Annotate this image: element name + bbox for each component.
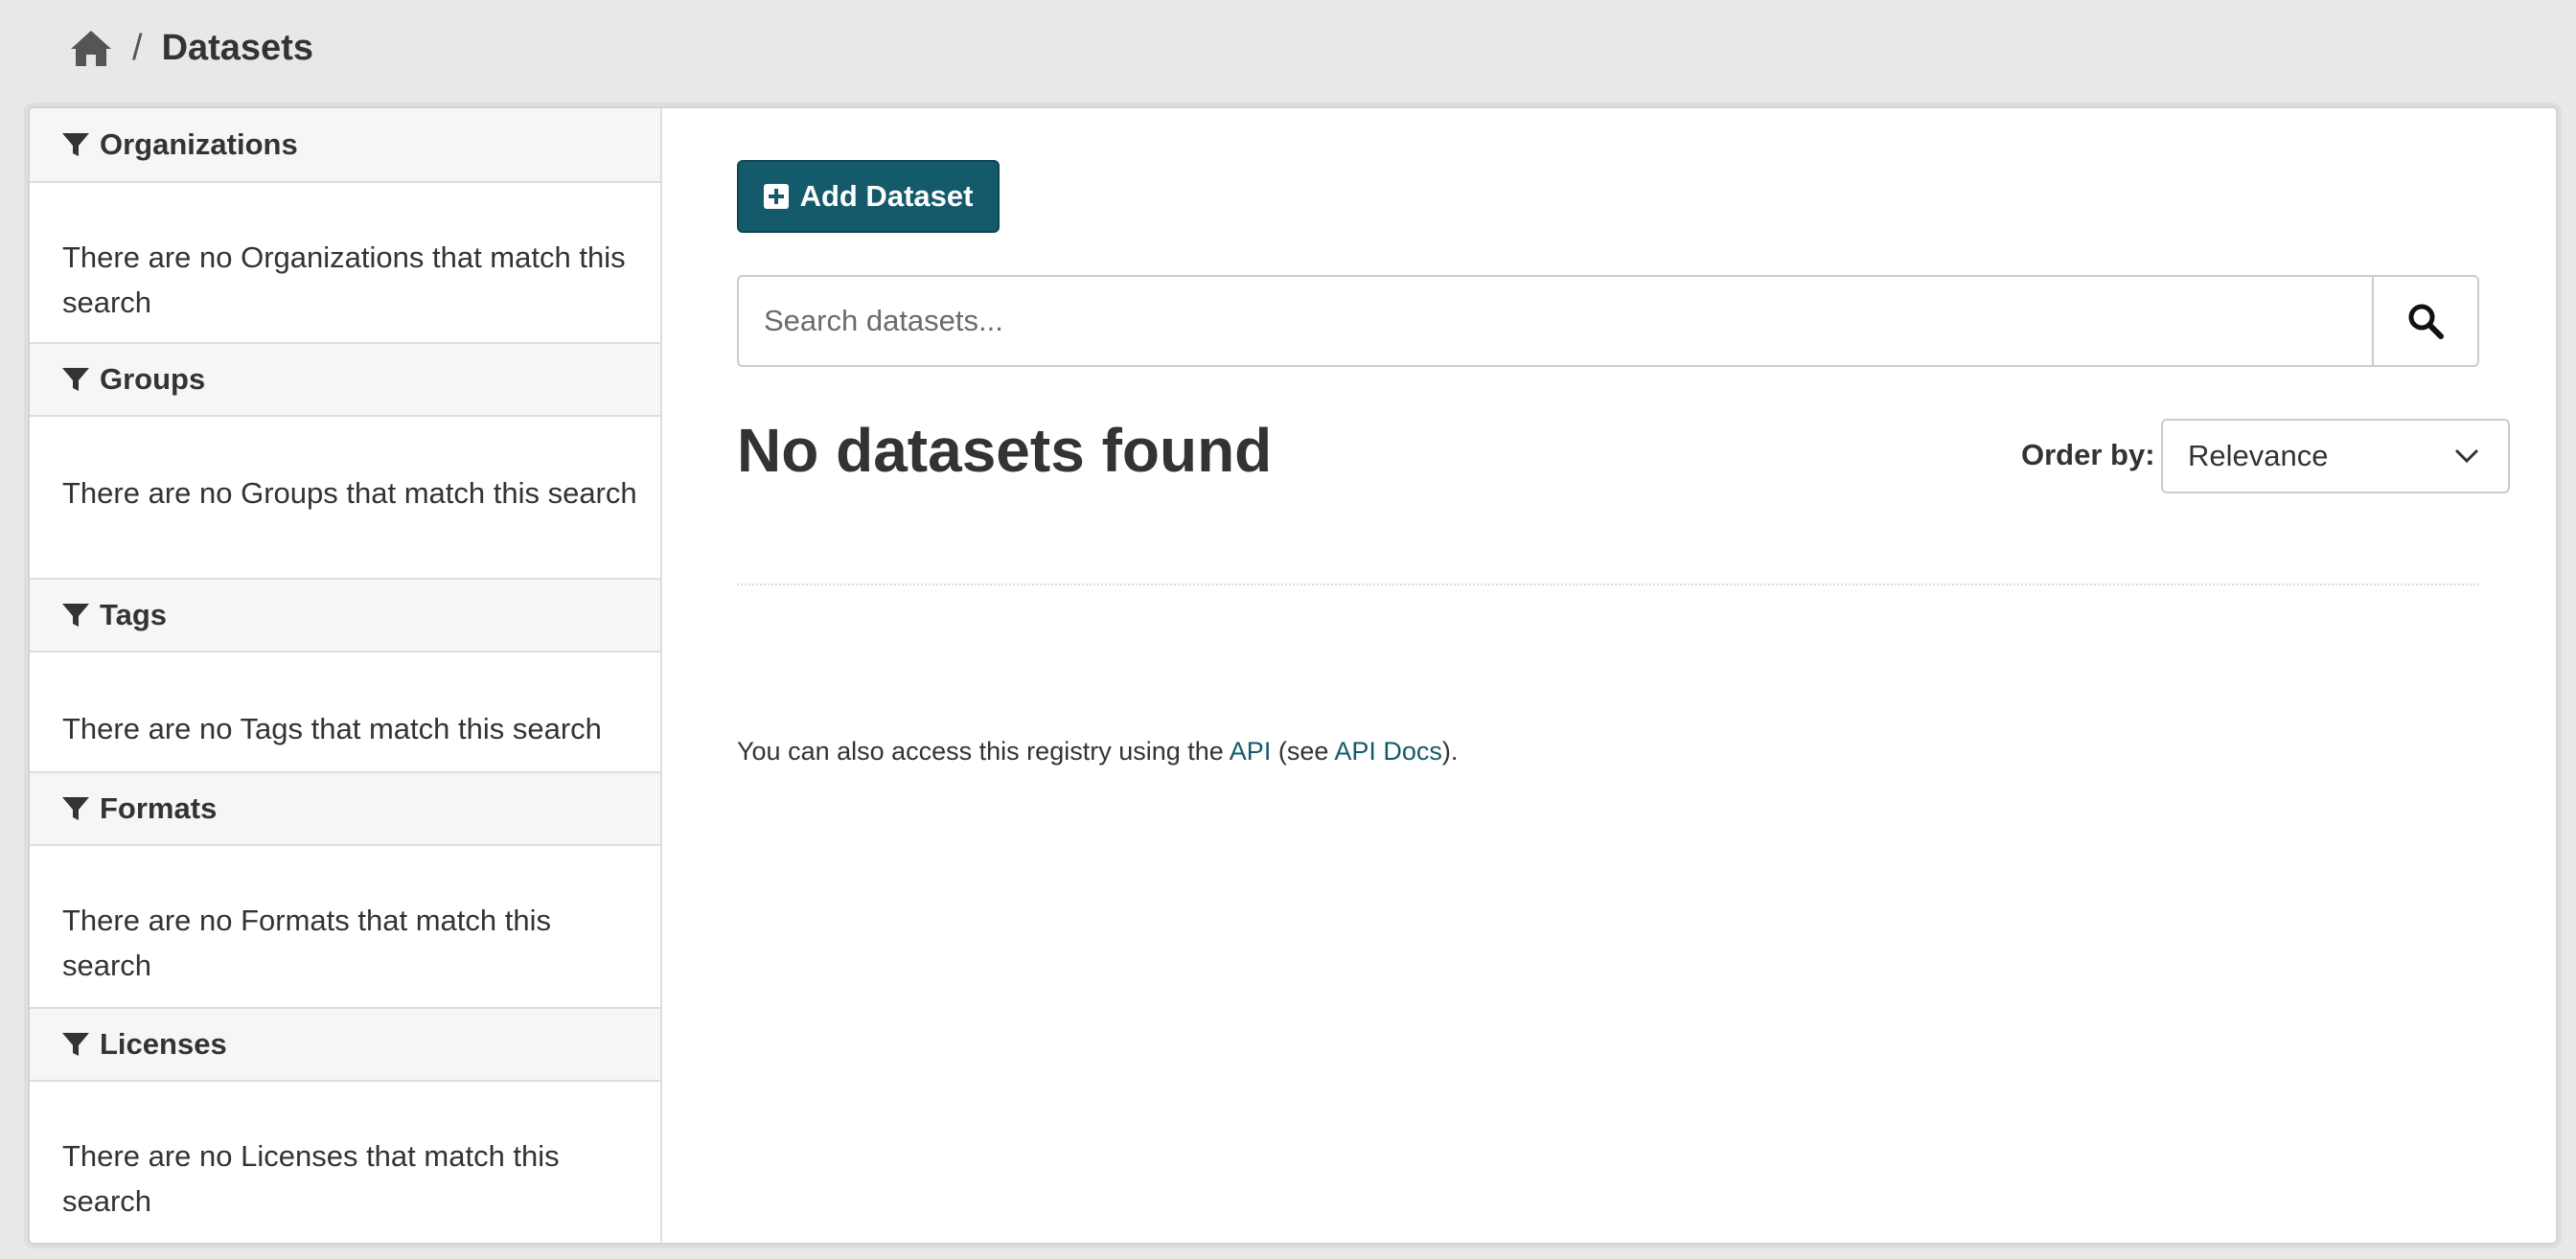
facet-sidebar: Organizations There are no Organizations… [30, 108, 662, 1243]
breadcrumb-separator: / [132, 27, 143, 68]
breadcrumb-current: Datasets [161, 27, 313, 68]
facet-title: Organizations [100, 127, 298, 161]
add-dataset-button[interactable]: Add Dataset [737, 160, 1000, 233]
chevron-down-icon [2454, 448, 2479, 464]
filter-icon [62, 797, 89, 820]
add-dataset-label: Add Dataset [799, 179, 974, 213]
home-icon[interactable] [69, 28, 113, 68]
filter-icon [62, 1033, 89, 1056]
facet-title: Formats [100, 791, 218, 825]
main-content: Add Dataset No datasets found Order by: … [662, 108, 2556, 1243]
api-note: You can also access this registry using … [737, 737, 1458, 767]
search-button[interactable] [2372, 275, 2479, 367]
filter-icon [62, 368, 89, 391]
api-note-prefix: You can also access this registry using … [737, 737, 1230, 766]
facet-header-groups: Groups [30, 342, 660, 417]
facet-title: Licenses [100, 1027, 227, 1061]
order-by-label: Order by: [2021, 438, 2155, 471]
order-by-value: Relevance [2188, 439, 2329, 472]
api-link[interactable]: API [1230, 737, 1272, 766]
facet-empty-text: There are no Formats that match this sea… [62, 904, 551, 982]
facet-empty-text: There are no Licenses that match this se… [62, 1139, 560, 1218]
facet-header-tags: Tags [30, 578, 660, 652]
results-title: No datasets found [737, 416, 1273, 485]
facet-header-organizations: Organizations [30, 108, 660, 183]
facet-empty-text: There are no Organizations that match th… [62, 240, 626, 319]
breadcrumb: / Datasets [69, 21, 313, 75]
search-form [737, 275, 2479, 367]
plus-square-icon [763, 184, 789, 209]
api-docs-link[interactable]: API Docs [1334, 737, 1442, 766]
content-panel: Organizations There are no Organizations… [28, 106, 2558, 1245]
filter-icon [62, 133, 89, 156]
facet-title: Tags [100, 598, 168, 631]
api-note-suffix: ). [1441, 737, 1459, 766]
facet-header-licenses: Licenses [30, 1007, 660, 1082]
results-divider [737, 584, 2479, 585]
search-input[interactable] [737, 275, 2372, 367]
filter-icon [62, 604, 89, 627]
facet-title: Groups [100, 362, 206, 396]
order-by-select[interactable]: Relevance [2161, 419, 2510, 493]
facet-header-formats: Formats [30, 771, 660, 846]
facet-empty-text: There are no Tags that match this search [62, 712, 602, 745]
facet-empty-text: There are no Groups that match this sear… [62, 476, 637, 510]
search-icon [2408, 304, 2444, 339]
api-note-middle: (see [1271, 737, 1335, 766]
